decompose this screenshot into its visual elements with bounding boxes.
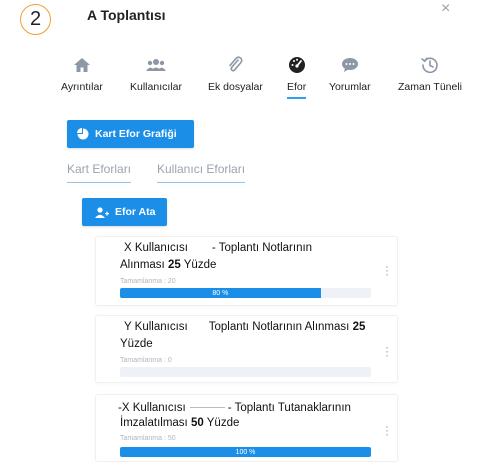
effort-unit: Yüzde	[206, 417, 240, 429]
subtab-user-efforts-label: Kullanıcı Eforları	[157, 162, 246, 176]
tab-details-label: Ayrıntılar	[61, 81, 103, 93]
completion-label: Tamamlanma : 20	[120, 278, 176, 285]
subtab-underline	[67, 182, 132, 183]
tab-details[interactable]: Ayrıntılar	[61, 54, 103, 93]
effort-line-2: İmzalatılması 50 Yüzde	[120, 417, 239, 429]
tab-timeline[interactable]: Zaman Tüneli	[398, 54, 462, 93]
effort-value: 25	[352, 321, 366, 333]
effort-user: -X Kullanıcısı	[118, 402, 186, 414]
effort-unit: Yüzde	[120, 338, 153, 350]
comment-icon	[341, 54, 359, 76]
effort-text: Alınması	[120, 259, 165, 271]
effort-user: X Kullanıcısı	[124, 242, 188, 254]
effort-unit: Yüzde	[183, 259, 217, 271]
active-tab-underline	[287, 97, 307, 99]
tab-attachments-label: Ek dosyalar	[208, 81, 263, 93]
effort-line-1: X Kullanıcısı - Toplantı Notlarının	[124, 242, 312, 254]
assign-effort-label: Efor Ata	[115, 206, 156, 218]
tab-comments[interactable]: Yorumlar	[329, 54, 371, 93]
subtab-card-efforts-label: Kart Eforları	[67, 162, 132, 176]
assign-effort-button[interactable]: Efor Ata	[82, 198, 167, 226]
tab-attachments[interactable]: Ek dosyalar	[208, 54, 263, 93]
progress-bar: 100 %	[120, 447, 371, 457]
card-effort-chart-button[interactable]: Kart Efor Grafiği	[67, 120, 194, 148]
users-icon	[145, 54, 166, 76]
meeting-title: A Toplantısı	[87, 7, 166, 23]
tab-bar: Ayrıntılar Kullanıcılar Ek dosyalar Efor…	[0, 54, 481, 104]
effort-card: Y Kullanıcısı Toplantı Notlarının Alınmas…	[95, 315, 398, 383]
tab-comments-label: Yorumlar	[329, 81, 371, 93]
tab-timeline-label: Zaman Tüneli	[398, 81, 463, 93]
pie-chart-icon	[77, 128, 89, 140]
progress-label: 100 %	[235, 448, 256, 456]
effort-value: 50	[190, 417, 204, 429]
subtab-user-efforts[interactable]: Kullanıcı Eforları	[157, 162, 246, 183]
completion-label: Tamamlanma : 0	[120, 357, 172, 364]
progress-bar: 80 %	[120, 288, 371, 298]
effort-card: -X Kullanıcısı - Toplantı Tutanaklarının …	[95, 394, 398, 462]
card-effort-chart-label: Kart Efor Grafiği	[95, 128, 177, 140]
subtab-card-efforts[interactable]: Kart Eforları	[67, 162, 132, 183]
progress-bar	[120, 367, 371, 377]
step-number-badge: 2	[20, 4, 51, 35]
effort-line-2: Alınması 25 Yüzde	[120, 259, 216, 271]
progress-label: 80 %	[212, 289, 229, 297]
effort-text: - Toplantı Tutanaklarının	[227, 402, 351, 414]
paperclip-icon	[227, 54, 243, 76]
effort-text: - Toplantı Notlarının	[211, 242, 313, 254]
tab-effort[interactable]: Efor	[287, 54, 307, 99]
effort-text: İmzalatılması	[120, 417, 188, 429]
effort-card: X Kullanıcısı - Toplantı Notlarının Alınm…	[95, 236, 398, 306]
progress-fill: 100 %	[120, 447, 371, 457]
home-icon	[73, 54, 91, 76]
effort-value: 25	[167, 259, 181, 271]
subtab-underline	[157, 182, 246, 183]
effort-user: Y Kullanıcısı	[124, 321, 188, 333]
effort-line-1: -X Kullanıcısı - Toplantı Tutanaklarının	[118, 402, 351, 414]
gauge-icon	[288, 54, 306, 76]
history-icon	[421, 54, 439, 76]
tab-effort-label: Efor	[287, 81, 307, 93]
completion-label: Tamamlanma : 50	[120, 435, 176, 442]
more-options-icon[interactable]: · · ·	[384, 260, 390, 280]
more-options-icon[interactable]: · · ·	[384, 420, 390, 440]
effort-line-1: Y Kullanıcısı Toplantı Notlarının Alınmas…	[124, 321, 365, 333]
user-plus-icon	[95, 206, 109, 218]
close-icon[interactable]: ×	[441, 0, 450, 18]
progress-fill: 80 %	[120, 288, 321, 298]
effort-text: Toplantı Notlarının Alınması	[208, 321, 350, 333]
tab-users[interactable]: Kullanıcılar	[130, 54, 182, 93]
more-options-icon[interactable]: · · ·	[384, 341, 390, 361]
tab-users-label: Kullanıcılar	[130, 81, 182, 93]
effort-line-2: Yüzde	[120, 338, 153, 350]
